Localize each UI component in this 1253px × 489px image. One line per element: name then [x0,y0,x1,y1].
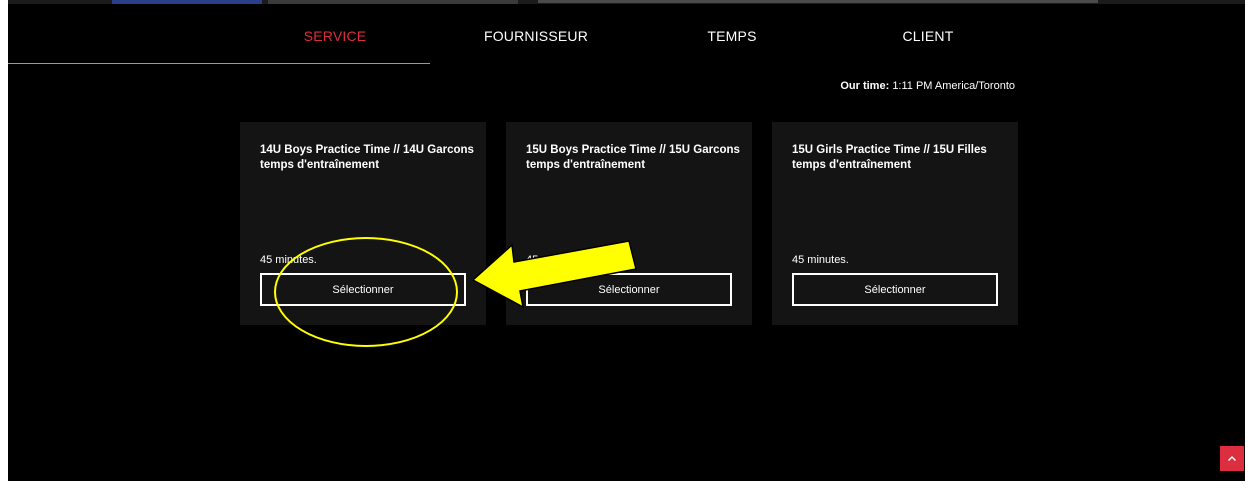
our-time-value: 1:11 PM America/Toronto [892,80,1015,92]
chevron-up-icon [1227,455,1237,462]
service-title: 14U Boys Practice Time // 14U Garcons te… [260,144,474,171]
service-card: 14U Boys Practice Time // 14U Garcons te… [240,122,486,325]
tab-temps[interactable]: TEMPS [707,28,756,44]
tab-client[interactable]: CLIENT [903,28,954,44]
our-time: Our time: 1:11 PM America/Toronto [840,80,1015,92]
tab-fournisseur[interactable]: FOURNISSEUR [484,28,588,44]
select-button[interactable]: Sélectionner [260,273,466,306]
service-duration: 45 minutes. [526,254,583,266]
service-card: 15U Boys Practice Time // 15U Garcons te… [506,122,752,325]
service-duration: 45 minutes. [260,254,317,266]
our-time-label: Our time: [840,80,890,92]
select-button[interactable]: Sélectionner [526,273,732,306]
select-button[interactable]: Sélectionner [792,273,998,306]
service-card: 15U Girls Practice Time // 15U Filles te… [772,122,1018,325]
tab-service[interactable]: SERVICE [304,28,367,44]
service-duration: 45 minutes. [792,254,849,266]
booking-page: SERVICE FOURNISSEUR TEMPS CLIENT Our tim… [8,0,1245,481]
scroll-top-button[interactable] [1220,446,1244,471]
service-title: 15U Boys Practice Time // 15U Garcons te… [526,144,740,171]
top-strip [8,0,1245,4]
tab-underline [8,63,430,64]
service-title: 15U Girls Practice Time // 15U Filles te… [792,144,987,171]
